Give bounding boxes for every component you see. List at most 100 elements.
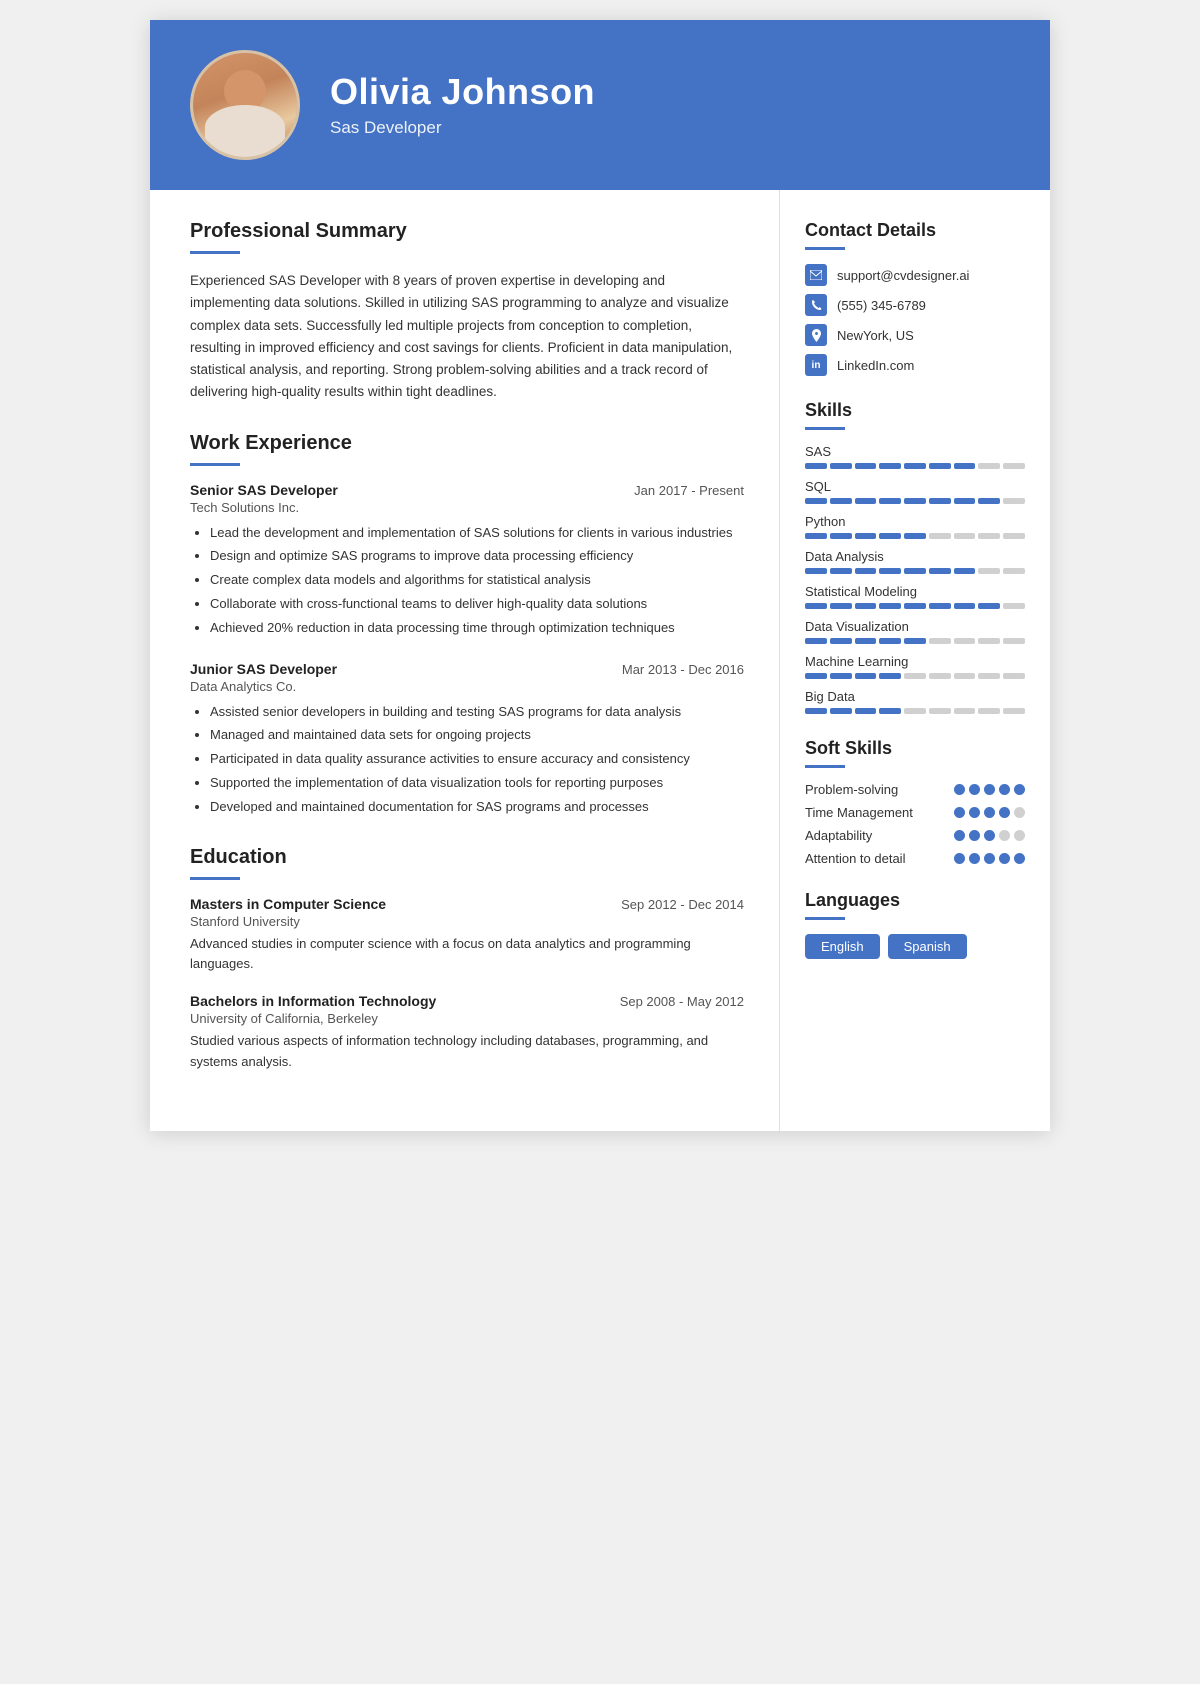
summary-text: Experienced SAS Developer with 8 years o… xyxy=(190,270,744,404)
language-badge: English xyxy=(805,934,880,959)
skill-name: Machine Learning xyxy=(805,654,1025,669)
work-underline xyxy=(190,463,240,466)
avatar xyxy=(190,50,300,160)
edu-block-2: Bachelors in Information Technology Sep … xyxy=(190,993,744,1073)
skill-segment xyxy=(978,603,1000,609)
languages-section: Languages English Spanish xyxy=(805,890,1025,959)
skill-name: Data Visualization xyxy=(805,619,1025,634)
skill-segment xyxy=(879,533,901,539)
soft-skill-dots xyxy=(954,853,1025,864)
bullet: Create complex data models and algorithm… xyxy=(210,570,744,591)
dot xyxy=(954,830,965,841)
skill-segment xyxy=(904,638,926,644)
skill-segment xyxy=(954,533,976,539)
language-badges: English Spanish xyxy=(805,934,1025,959)
skill-bar xyxy=(805,708,1025,714)
bullet: Participated in data quality assurance a… xyxy=(210,749,744,770)
skill-segment xyxy=(978,708,1000,714)
skill-segment xyxy=(929,708,951,714)
skill-segment xyxy=(1003,498,1025,504)
skill-bar xyxy=(805,463,1025,469)
contact-location-text: NewYork, US xyxy=(837,328,914,343)
skill-segment xyxy=(805,638,827,644)
linkedin-icon: in xyxy=(805,354,827,376)
resume-header: Olivia Johnson Sas Developer xyxy=(150,20,1050,190)
soft-skill-name: Attention to detail xyxy=(805,851,954,866)
dot xyxy=(984,853,995,864)
skill-segment xyxy=(879,603,901,609)
skill-segment xyxy=(929,638,951,644)
skill-segment xyxy=(1003,638,1025,644)
job-bullets-2: Assisted senior developers in building a… xyxy=(190,702,744,818)
bullet: Assisted senior developers in building a… xyxy=(210,702,744,723)
skill-segment xyxy=(1003,463,1025,469)
edu-dates-1: Sep 2012 - Dec 2014 xyxy=(621,897,744,912)
summary-section: Professional Summary Experienced SAS Dev… xyxy=(190,220,744,404)
bullet: Achieved 20% reduction in data processin… xyxy=(210,618,744,639)
job-company-2: Data Analytics Co. xyxy=(190,679,744,694)
languages-title: Languages xyxy=(805,890,1025,911)
skill-segment xyxy=(954,638,976,644)
dot xyxy=(969,830,980,841)
skill-segment xyxy=(929,498,951,504)
header-info: Olivia Johnson Sas Developer xyxy=(330,72,595,138)
skill-segment xyxy=(830,533,852,539)
dot xyxy=(954,807,965,818)
skill-segment xyxy=(904,533,926,539)
skill-name: Big Data xyxy=(805,689,1025,704)
skill-segment xyxy=(830,673,852,679)
edu-institution-2: University of California, Berkeley xyxy=(190,1011,744,1026)
skill-segment xyxy=(805,463,827,469)
skill-item: Data Visualization xyxy=(805,619,1025,644)
dot xyxy=(969,853,980,864)
soft-skill-dots xyxy=(954,784,1025,795)
avatar-image xyxy=(193,50,297,160)
skill-segment xyxy=(805,568,827,574)
skill-segment xyxy=(855,498,877,504)
skill-item: SQL xyxy=(805,479,1025,504)
edu-degree-2: Bachelors in Information Technology xyxy=(190,993,436,1009)
skill-segment xyxy=(929,463,951,469)
skills-section: Skills SASSQLPythonData AnalysisStatisti… xyxy=(805,400,1025,714)
dot xyxy=(969,807,980,818)
skill-item: Machine Learning xyxy=(805,654,1025,679)
language-badge: Spanish xyxy=(888,934,967,959)
skill-segment xyxy=(904,498,926,504)
skill-segment xyxy=(879,708,901,714)
skill-segment xyxy=(978,673,1000,679)
dot xyxy=(954,853,965,864)
contact-location: NewYork, US xyxy=(805,324,1025,346)
contact-linkedin-text: LinkedIn.com xyxy=(837,358,914,373)
bullet: Managed and maintained data sets for ong… xyxy=(210,725,744,746)
dot xyxy=(984,830,995,841)
skill-segment xyxy=(805,708,827,714)
job-company-1: Tech Solutions Inc. xyxy=(190,500,744,515)
skill-bar xyxy=(805,568,1025,574)
skill-segment xyxy=(830,603,852,609)
skill-segment xyxy=(929,603,951,609)
summary-title: Professional Summary xyxy=(190,220,744,243)
skill-item: SAS xyxy=(805,444,1025,469)
job-title-2: Junior SAS Developer xyxy=(190,661,337,677)
skill-segment xyxy=(855,603,877,609)
skill-segment xyxy=(978,638,1000,644)
summary-underline xyxy=(190,251,240,254)
edu-desc-1: Advanced studies in computer science wit… xyxy=(190,934,744,976)
skill-segment xyxy=(805,673,827,679)
edu-header-2: Bachelors in Information Technology Sep … xyxy=(190,993,744,1009)
skill-bar xyxy=(805,603,1025,609)
job-header-1: Senior SAS Developer Jan 2017 - Present xyxy=(190,482,744,498)
skill-segment xyxy=(904,603,926,609)
skill-segment xyxy=(954,708,976,714)
soft-skill-name: Time Management xyxy=(805,805,954,820)
skill-segment xyxy=(805,498,827,504)
location-icon xyxy=(805,324,827,346)
soft-skill-row: Attention to detail xyxy=(805,851,1025,866)
skill-segment xyxy=(830,708,852,714)
dot xyxy=(999,853,1010,864)
email-icon xyxy=(805,264,827,286)
bullet: Design and optimize SAS programs to impr… xyxy=(210,546,744,567)
contact-section: Contact Details support@cvdesigner.ai xyxy=(805,220,1025,376)
skill-bar xyxy=(805,498,1025,504)
bullet: Lead the development and implementation … xyxy=(210,523,744,544)
